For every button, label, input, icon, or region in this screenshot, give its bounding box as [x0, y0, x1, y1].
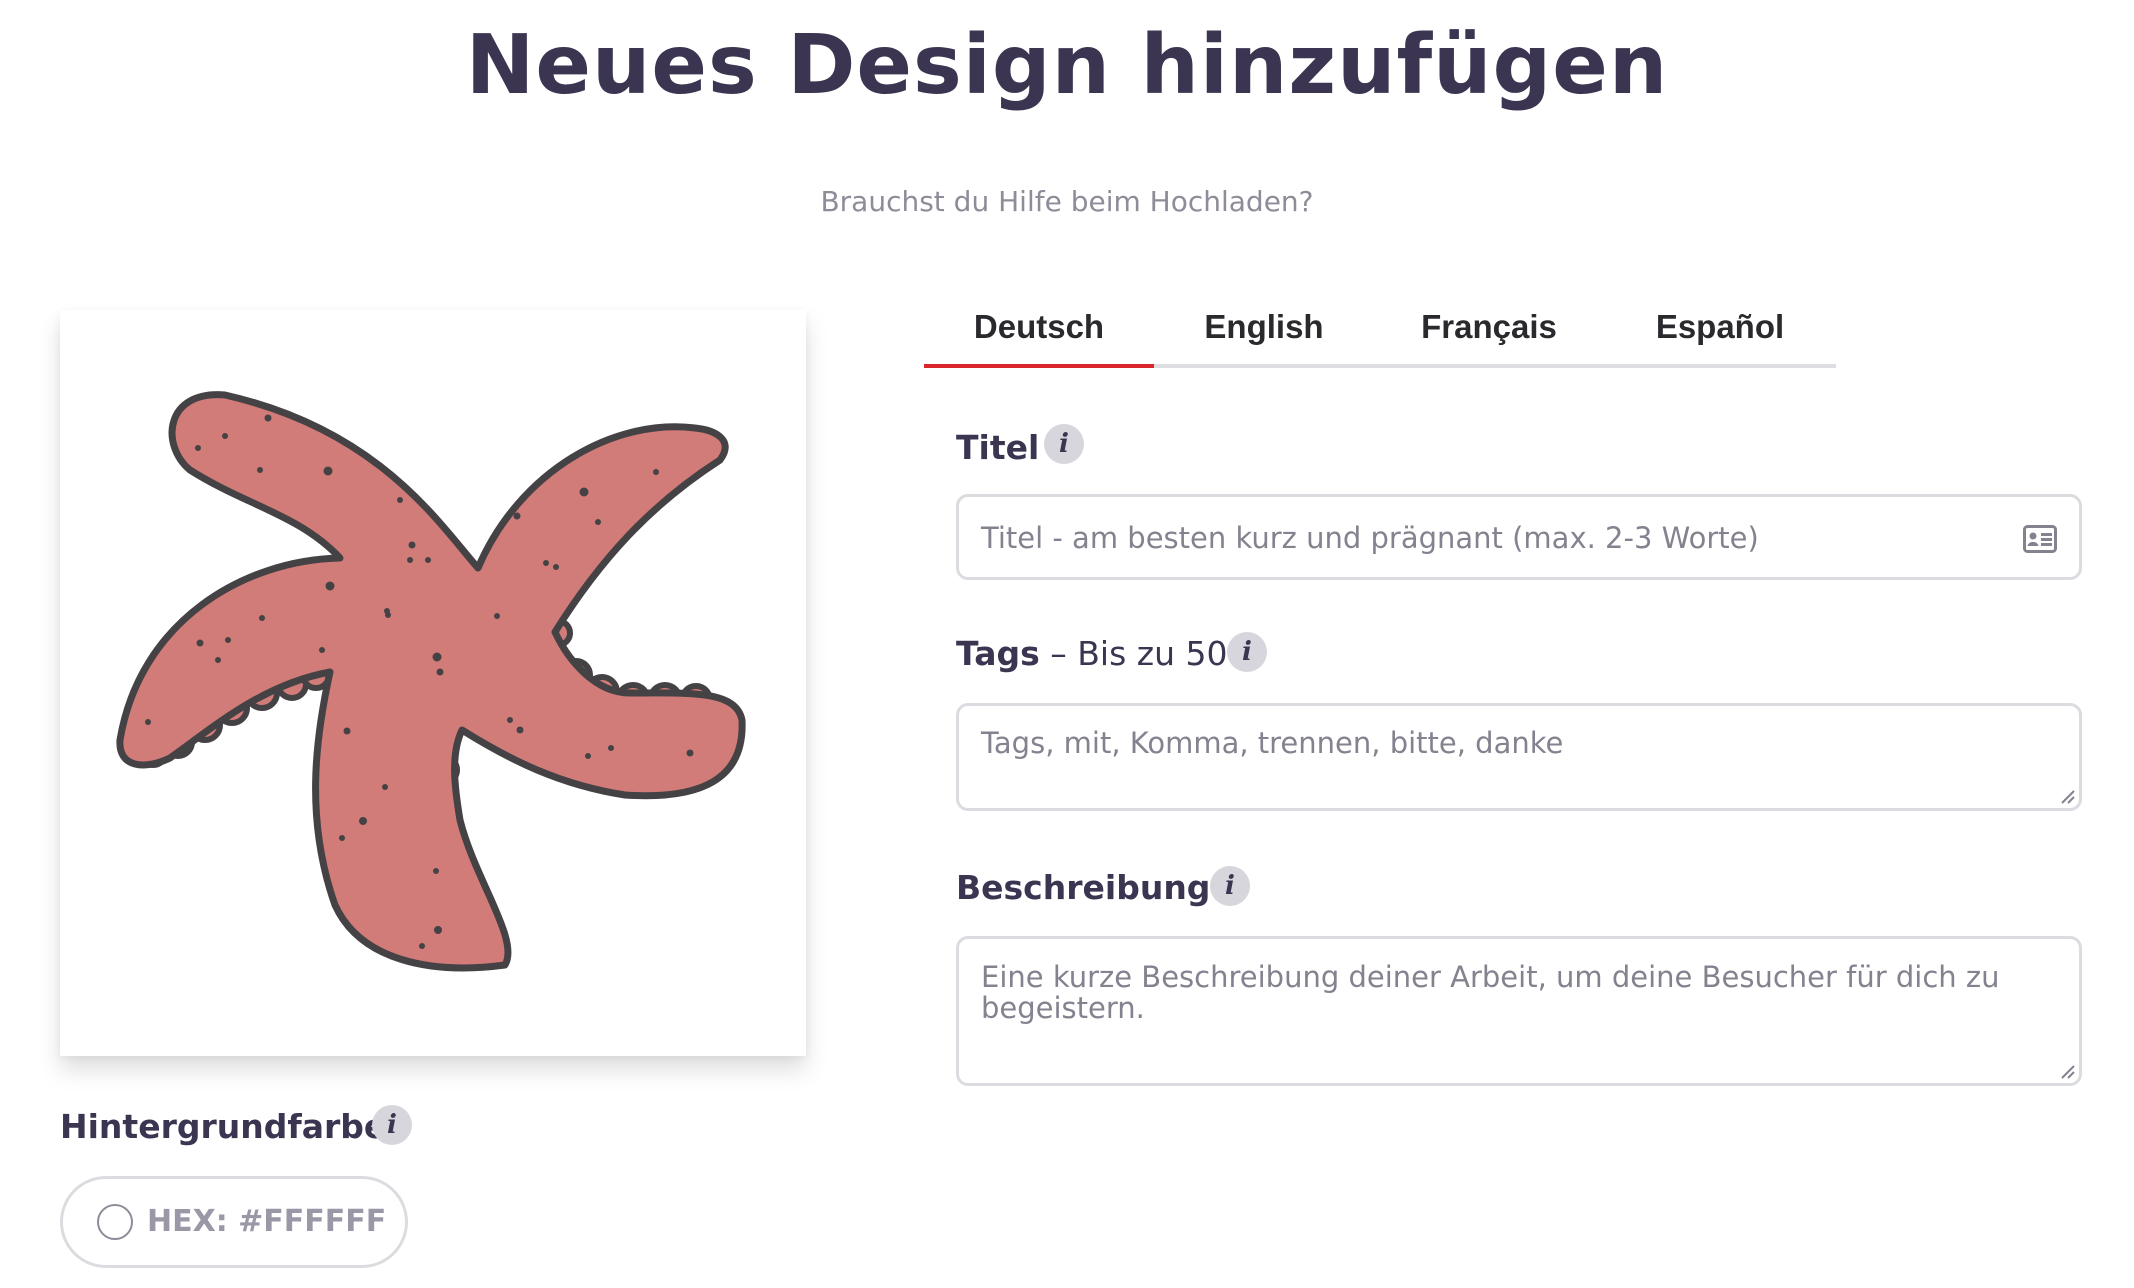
upload-help-link[interactable]: Brauchst du Hilfe beim Hochladen? [0, 185, 2134, 218]
resize-grip-icon[interactable] [2059, 1063, 2075, 1079]
background-color-info-icon[interactable]: i [372, 1105, 412, 1145]
title-label: Titel [956, 428, 1040, 467]
tags-info-icon[interactable]: i [1227, 632, 1267, 672]
background-color-label: Hintergrundfarbe [60, 1107, 387, 1146]
description-label: Beschreibung [956, 868, 1211, 907]
tab-francais[interactable]: Français [1374, 308, 1604, 364]
tags-limit-text: – Bis zu 50 [1039, 634, 1228, 673]
description-textarea[interactable]: Eine kurze Beschreibung deiner Arbeit, u… [956, 936, 2082, 1086]
title-info-icon[interactable]: i [1044, 424, 1084, 464]
tags-label-text: Tags [956, 634, 1040, 673]
language-tabs: Deutsch English Français Español [924, 300, 1836, 368]
page-title: Neues Design hinzufügen [465, 18, 1669, 113]
contact-card-icon [2023, 525, 2057, 553]
design-preview-card [60, 310, 806, 1056]
tab-english[interactable]: English [1154, 308, 1374, 364]
hex-value: HEX: #FFFFFF [147, 1204, 387, 1239]
starfish-illustration [116, 391, 746, 972]
resize-grip-icon[interactable] [2059, 788, 2075, 804]
title-input[interactable]: Titel - am besten kurz und prägnant (max… [956, 494, 2082, 580]
background-color-picker[interactable]: HEX: #FFFFFF [60, 1176, 408, 1268]
tags-label: Tags – Bis zu 50 [956, 634, 1227, 673]
tags-textarea[interactable]: Tags, mit, Komma, trennen, bitte, danke [956, 703, 2082, 811]
tab-deutsch[interactable]: Deutsch [924, 308, 1154, 368]
tags-placeholder: Tags, mit, Komma, trennen, bitte, danke [981, 726, 1564, 760]
color-swatch [97, 1204, 133, 1240]
add-design-page: Neues Design hinzufügen Brauchst du Hilf… [0, 0, 2134, 1288]
title-placeholder: Titel - am besten kurz und prägnant (max… [981, 521, 1759, 555]
tab-espanol[interactable]: Español [1604, 308, 1836, 364]
description-info-icon[interactable]: i [1210, 866, 1250, 906]
description-placeholder: Eine kurze Beschreibung deiner Arbeit, u… [981, 960, 2000, 1025]
